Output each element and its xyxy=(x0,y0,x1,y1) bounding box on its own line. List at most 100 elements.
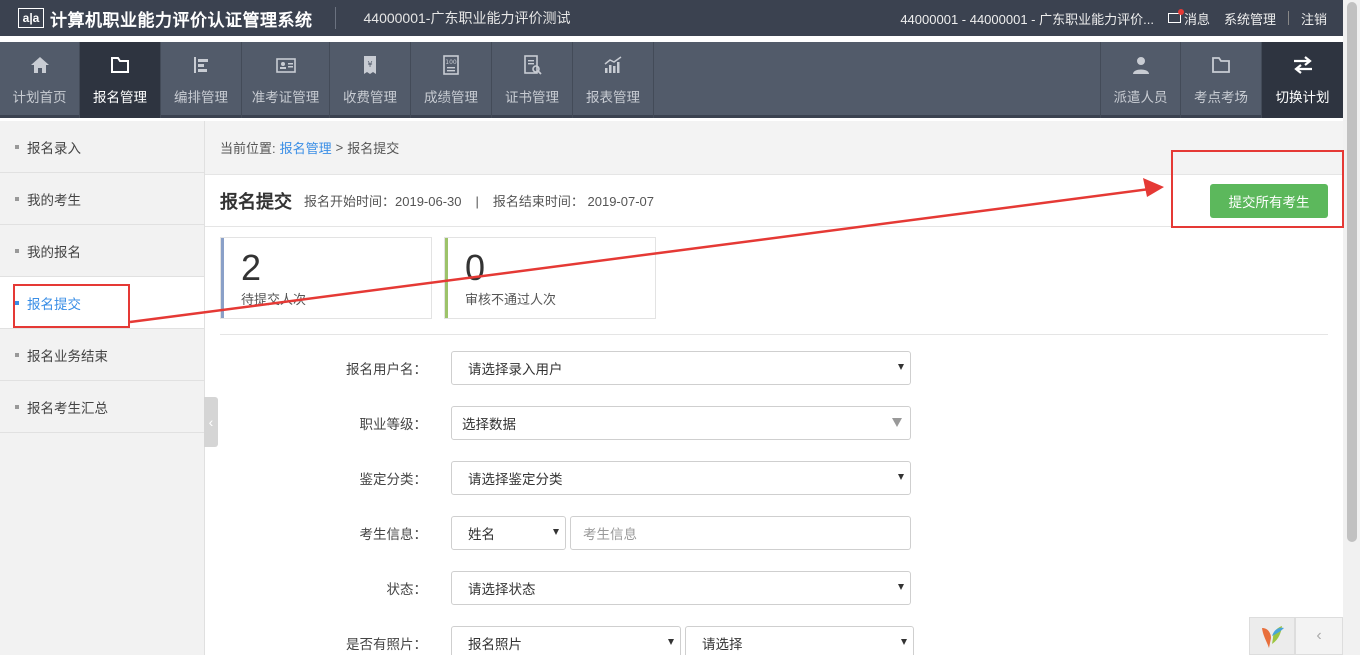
nav-label: 准考证管理 xyxy=(251,90,320,105)
system-settings-link[interactable]: 系统管理 xyxy=(1224,9,1276,28)
main-nav: 计划首页 报名管理 编排管理 准考证管理 ¥ 收费管理 100 成绩管理 证书管 xyxy=(0,42,1343,118)
messages-link[interactable]: 消息 xyxy=(1167,9,1210,28)
nav-certificates[interactable]: 证书管理 xyxy=(492,42,573,118)
logo-mark: a|a xyxy=(18,8,44,28)
registration-dates: 报名开始时间：2019-06-30 | 报名结束时间： 2019-07-07 xyxy=(304,191,654,210)
category-select-value: 请选择鉴定分类 xyxy=(468,472,563,487)
nav-exam-sites[interactable]: 考点考场 xyxy=(1181,42,1262,118)
end-date: 报名结束时间： 2019-07-07 xyxy=(492,194,655,209)
info-label: 考生信息： xyxy=(359,527,428,542)
breadcrumb-prefix: 当前位置: xyxy=(220,141,276,156)
user-select[interactable]: 请选择录入用户 xyxy=(451,351,911,385)
breadcrumb-separator: > xyxy=(335,140,344,155)
info-input[interactable]: 考生信息 xyxy=(570,516,911,550)
receipt-icon: ¥ xyxy=(359,54,381,76)
nav-label: 收费管理 xyxy=(343,90,397,105)
bullet-icon xyxy=(15,352,19,357)
person-icon xyxy=(1130,54,1152,76)
id-card-icon xyxy=(275,54,297,76)
stat-pending: 2 待提交人次 xyxy=(220,237,432,319)
top-bar: a|a 计算机职业能力评价认证管理系统 44000001-广东职业能力评价测试 … xyxy=(0,0,1343,36)
caret-down-icon xyxy=(901,639,907,645)
title-divider xyxy=(334,7,336,29)
nav-label: 计划首页 xyxy=(12,90,67,105)
nav-reports[interactable]: 报表管理 xyxy=(573,42,654,118)
status-label: 状态： xyxy=(386,582,428,597)
bullet-icon xyxy=(15,248,19,253)
stat-value: 0 xyxy=(465,247,486,288)
sidebar-item-candidate-summary[interactable]: 报名考生汇总 xyxy=(0,381,204,433)
nav-fees[interactable]: ¥ 收费管理 xyxy=(330,42,411,118)
score-icon: 100 xyxy=(440,54,462,76)
yii-debug-logo[interactable] xyxy=(1249,617,1295,655)
nav-label: 考点考场 xyxy=(1194,90,1248,105)
breadcrumb-link[interactable]: 报名管理 xyxy=(280,138,332,157)
user-select-value: 请选择录入用户 xyxy=(468,362,563,377)
annotation-box-submit xyxy=(1171,150,1344,228)
nav-label: 报表管理 xyxy=(586,90,640,105)
annotation-box-sidebar xyxy=(13,284,130,328)
bullet-icon xyxy=(15,404,19,409)
user-label[interactable]: 44000001 - 44000001 - 广东职业能力评价... xyxy=(900,9,1154,28)
level-label: 职业等级： xyxy=(359,417,428,432)
sidebar-item-my-registrations[interactable]: 我的报名 xyxy=(0,225,204,277)
caret-down-icon xyxy=(892,418,902,427)
caret-down-icon xyxy=(898,584,904,590)
nav-registration[interactable]: 报名管理 xyxy=(80,42,161,118)
start-date: 报名开始时间：2019-06-30 xyxy=(304,194,462,209)
nav-admission-ticket[interactable]: 准考证管理 xyxy=(242,42,330,118)
row-status: 状态： 请选择状态 xyxy=(205,571,911,605)
sidebar-item-label: 报名业务结束 xyxy=(27,348,108,364)
yii-logo-icon xyxy=(1262,626,1284,648)
envelope-icon xyxy=(1167,9,1184,23)
sidebar-item-label: 我的考生 xyxy=(27,192,81,208)
row-level: 职业等级： 选择数据 xyxy=(205,406,911,440)
svg-text:100: 100 xyxy=(445,59,457,66)
nav-label: 证书管理 xyxy=(505,90,559,105)
row-info: 考生信息： 姓名 考生信息 xyxy=(205,516,911,550)
sidebar-item-registration-end[interactable]: 报名业务结束 xyxy=(0,329,204,381)
stats-panel: 2 待提交人次 0 审核不通过人次 xyxy=(220,237,668,319)
stat-label: 待提交人次 xyxy=(241,292,307,307)
category-select[interactable]: 请选择鉴定分类 xyxy=(451,461,911,495)
caret-down-icon xyxy=(898,474,904,480)
scrollbar-thumb[interactable] xyxy=(1347,2,1357,542)
sidebar-item-label: 我的报名 xyxy=(27,244,81,260)
nav-plan-home[interactable]: 计划首页 xyxy=(0,42,80,118)
app-title: 计算机职业能力评价认证管理系统 xyxy=(50,10,313,30)
photo-select[interactable]: 请选择 xyxy=(685,626,914,655)
level-select[interactable]: 选择数据 xyxy=(451,406,911,440)
photo-label: 是否有照片： xyxy=(346,637,427,652)
user-label: 报名用户名： xyxy=(346,362,427,377)
divider xyxy=(220,334,1328,335)
page-title: 报名提交 xyxy=(220,191,292,212)
svg-text:¥: ¥ xyxy=(367,60,372,69)
org-label: 44000001-广东职业能力评价测试 xyxy=(363,10,571,26)
sidebar-item-registration-entry[interactable]: 报名录入 xyxy=(0,121,204,173)
stat-accent-bar xyxy=(221,238,224,318)
info-type-select[interactable]: 姓名 xyxy=(451,516,566,550)
stat-accent-bar xyxy=(445,238,448,318)
level-select-value: 选择数据 xyxy=(462,417,516,432)
nav-dispatch-staff[interactable]: 派遣人员 xyxy=(1100,42,1181,118)
photo-type-value: 报名照片 xyxy=(468,637,522,652)
photo-type-select[interactable]: 报名照片 xyxy=(451,626,681,655)
sidebar-item-label: 报名考生汇总 xyxy=(27,400,108,416)
debug-toggle-button[interactable]: ‹ xyxy=(1295,617,1343,655)
nav-label: 成绩管理 xyxy=(424,90,478,105)
nav-switch-plan[interactable]: 切换计划 xyxy=(1262,42,1343,118)
nav-label: 切换计划 xyxy=(1275,90,1330,105)
row-category: 鉴定分类： 请选择鉴定分类 xyxy=(205,461,911,495)
row-user: 报名用户名： 请选择录入用户 xyxy=(205,351,911,385)
sidebar-item-my-candidates[interactable]: 我的考生 xyxy=(0,173,204,225)
sidebar-item-label: 报名录入 xyxy=(27,140,81,156)
nav-scores[interactable]: 100 成绩管理 xyxy=(411,42,492,118)
home-icon xyxy=(29,54,51,76)
logout-link[interactable]: 注销 xyxy=(1301,9,1327,28)
date-separator: | xyxy=(475,194,479,209)
status-select[interactable]: 请选择状态 xyxy=(451,571,911,605)
nav-arrangement[interactable]: 编排管理 xyxy=(161,42,242,118)
row-photo: 是否有照片： 报名照片 请选择 xyxy=(205,626,914,655)
nav-label: 编排管理 xyxy=(174,90,228,105)
page-scrollbar[interactable] xyxy=(1343,0,1360,655)
